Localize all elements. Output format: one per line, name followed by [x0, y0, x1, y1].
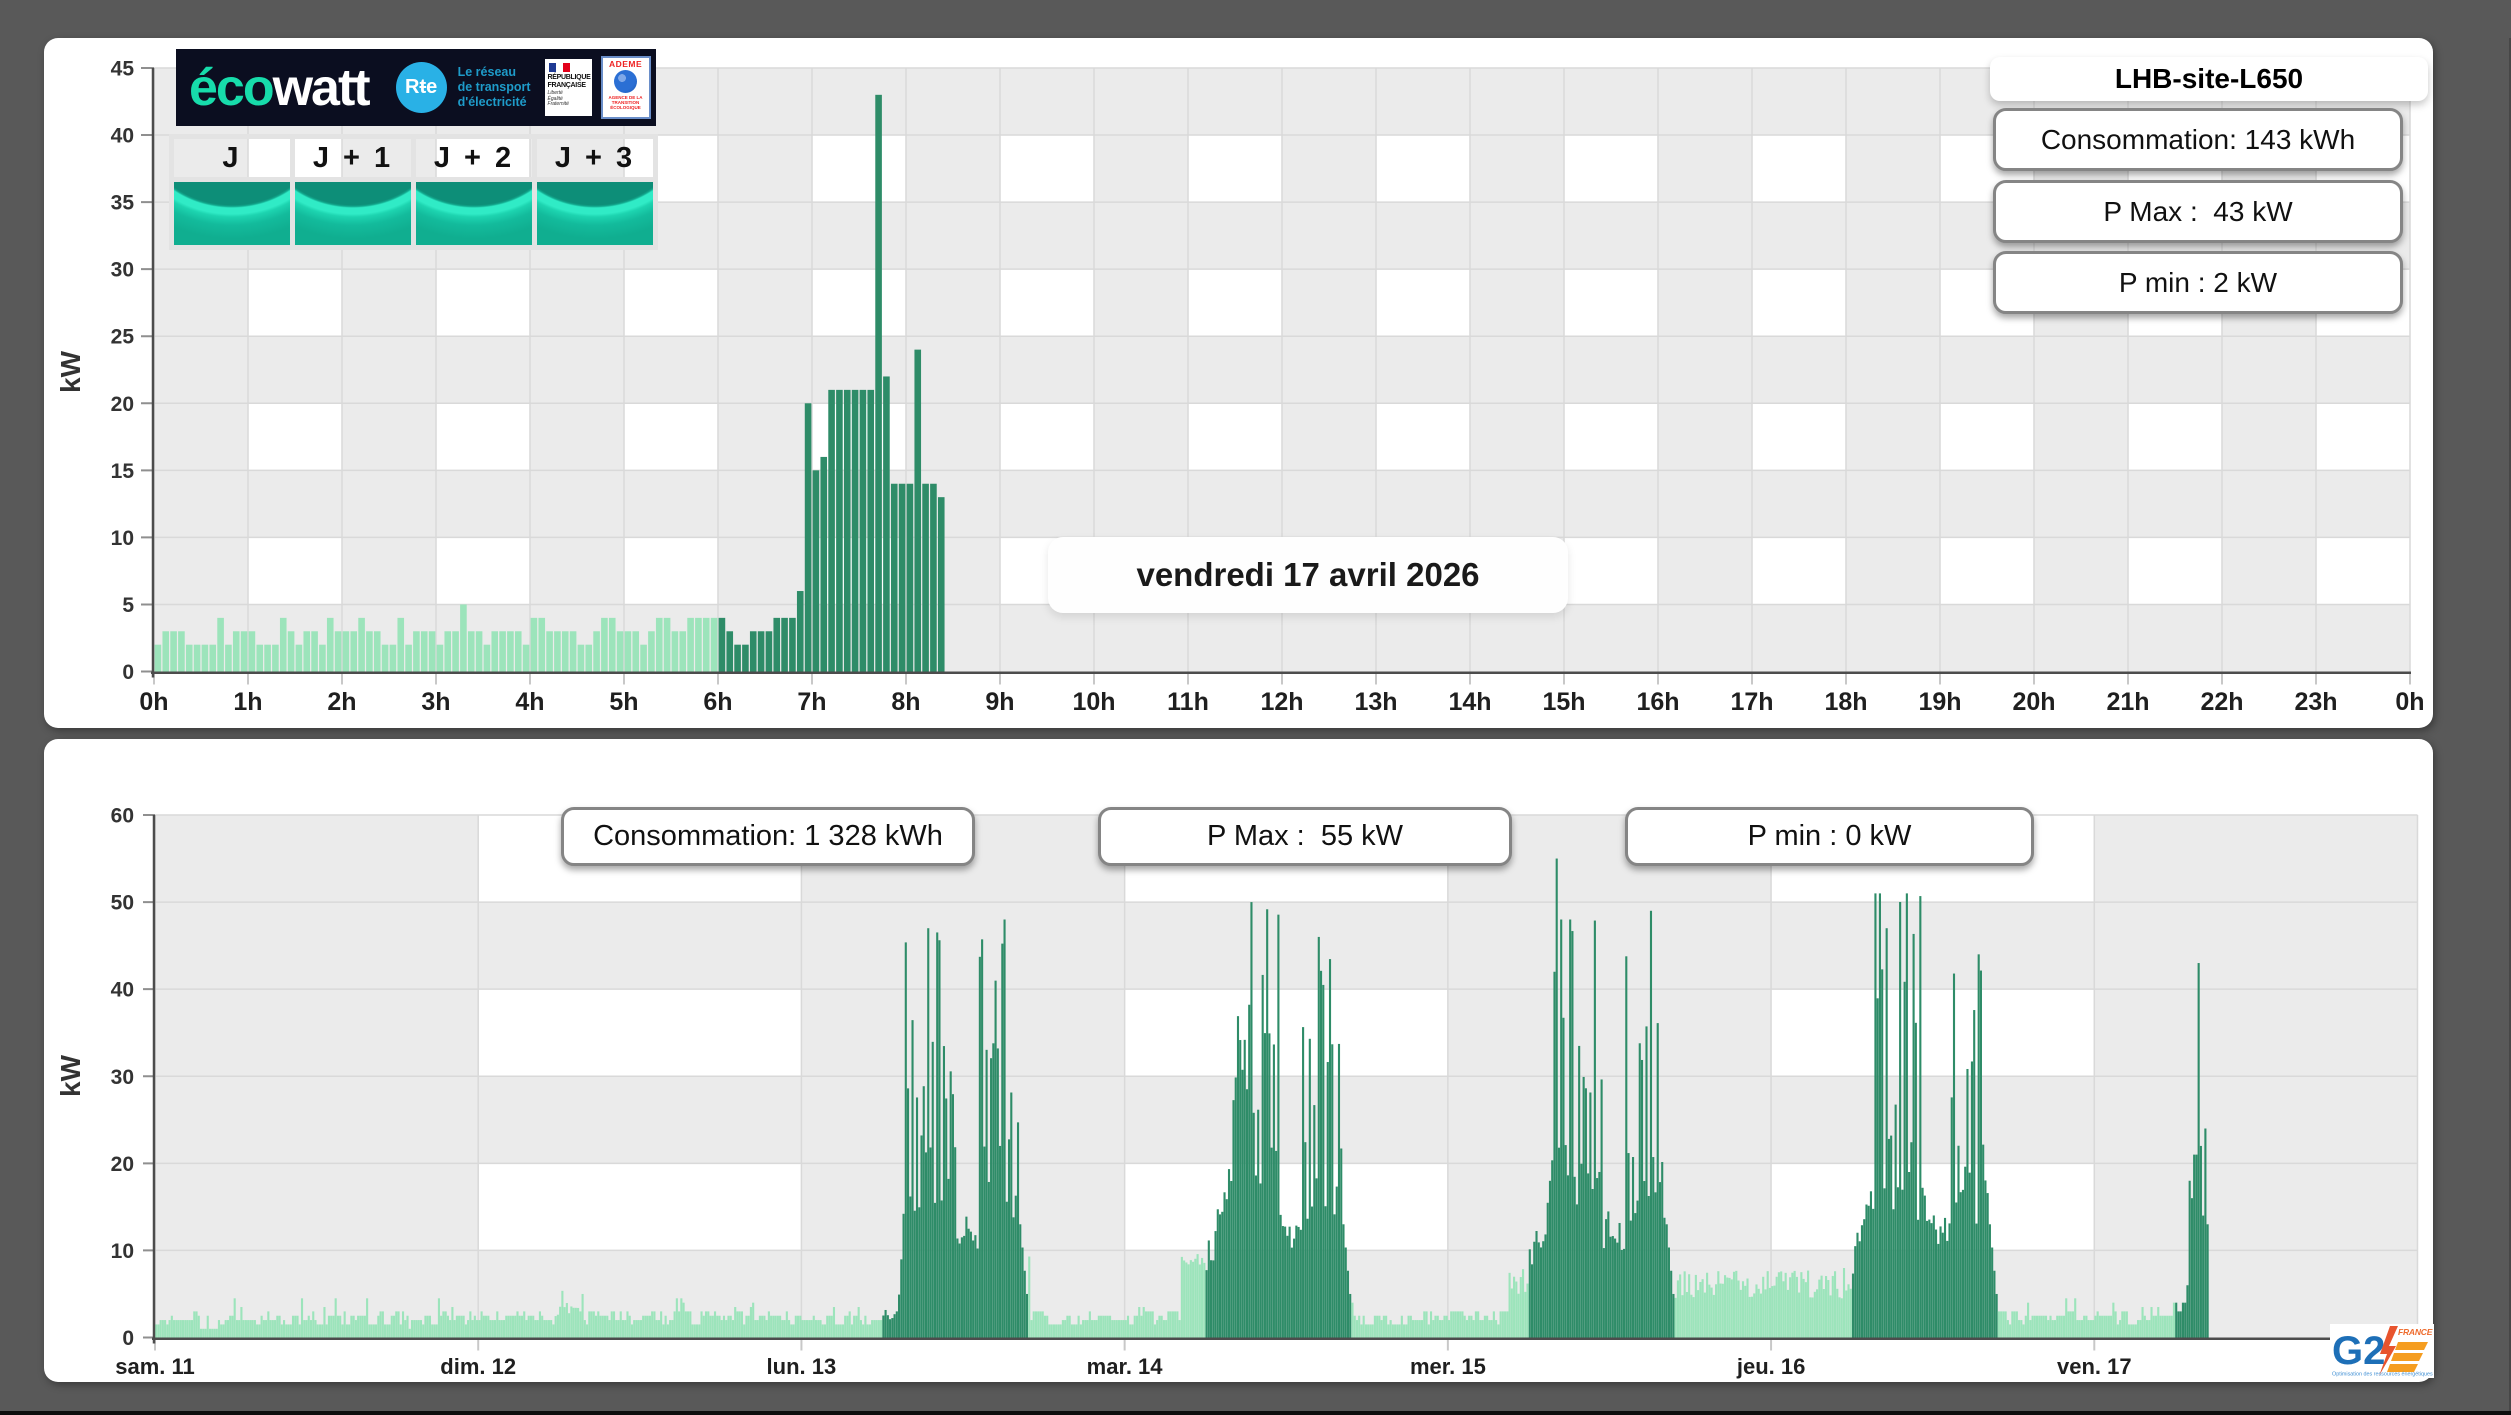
- svg-text:20: 20: [111, 1153, 134, 1176]
- svg-text:20: 20: [111, 393, 134, 416]
- svg-text:lun. 13: lun. 13: [767, 1354, 837, 1379]
- svg-text:ven. 17: ven. 17: [2057, 1354, 2132, 1379]
- svg-text:45: 45: [111, 58, 135, 81]
- svg-text:10h: 10h: [1072, 688, 1115, 716]
- svg-text:1h: 1h: [233, 688, 262, 716]
- svg-text:14h: 14h: [1448, 688, 1491, 716]
- svg-text:13h: 13h: [1354, 688, 1397, 716]
- svg-text:40: 40: [111, 979, 134, 1002]
- svg-text:8h: 8h: [891, 688, 920, 716]
- svg-text:18h: 18h: [1824, 688, 1867, 716]
- svg-text:mar. 14: mar. 14: [1087, 1354, 1164, 1379]
- svg-text:22h: 22h: [2200, 688, 2243, 716]
- svg-text:0h: 0h: [2395, 688, 2424, 716]
- svg-text:3h: 3h: [421, 688, 450, 716]
- svg-text:0: 0: [122, 1327, 134, 1350]
- svg-text:dim. 12: dim. 12: [440, 1354, 516, 1379]
- svg-text:17h: 17h: [1730, 688, 1773, 716]
- svg-text:30: 30: [111, 1066, 134, 1089]
- svg-text:kW: kW: [55, 1054, 86, 1097]
- svg-text:6h: 6h: [703, 688, 732, 716]
- svg-text:25: 25: [111, 326, 135, 349]
- svg-text:Optimisation des ressources én: Optimisation des ressources énergétiques: [2332, 1372, 2433, 1378]
- svg-text:0: 0: [122, 661, 134, 684]
- svg-text:FRANCE: FRANCE: [2398, 1327, 2433, 1337]
- svg-text:16h: 16h: [1636, 688, 1679, 716]
- svg-text:5h: 5h: [609, 688, 638, 716]
- svg-text:35: 35: [111, 192, 135, 215]
- svg-text:kW: kW: [55, 350, 86, 393]
- svg-text:sam. 11: sam. 11: [115, 1354, 195, 1379]
- svg-text:10: 10: [111, 527, 134, 550]
- svg-text:21h: 21h: [2106, 688, 2149, 716]
- svg-text:23h: 23h: [2294, 688, 2337, 716]
- svg-text:20h: 20h: [2012, 688, 2055, 716]
- svg-text:15h: 15h: [1542, 688, 1585, 716]
- svg-text:11h: 11h: [1167, 688, 1209, 716]
- svg-text:15: 15: [111, 460, 135, 483]
- svg-text:G2: G2: [2332, 1329, 2385, 1373]
- svg-text:60: 60: [111, 805, 134, 828]
- svg-text:mer. 15: mer. 15: [1410, 1354, 1486, 1379]
- svg-text:9h: 9h: [985, 688, 1014, 716]
- svg-text:50: 50: [111, 892, 134, 915]
- svg-text:7h: 7h: [797, 688, 826, 716]
- svg-text:10: 10: [111, 1240, 134, 1263]
- svg-text:4h: 4h: [515, 688, 544, 716]
- svg-text:19h: 19h: [1918, 688, 1961, 716]
- svg-text:5: 5: [122, 594, 134, 617]
- svg-text:0h: 0h: [139, 688, 168, 716]
- svg-text:2h: 2h: [327, 688, 356, 716]
- svg-text:40: 40: [111, 125, 134, 148]
- svg-text:12h: 12h: [1260, 688, 1303, 716]
- svg-text:30: 30: [111, 259, 134, 282]
- svg-text:jeu. 16: jeu. 16: [1736, 1354, 1805, 1379]
